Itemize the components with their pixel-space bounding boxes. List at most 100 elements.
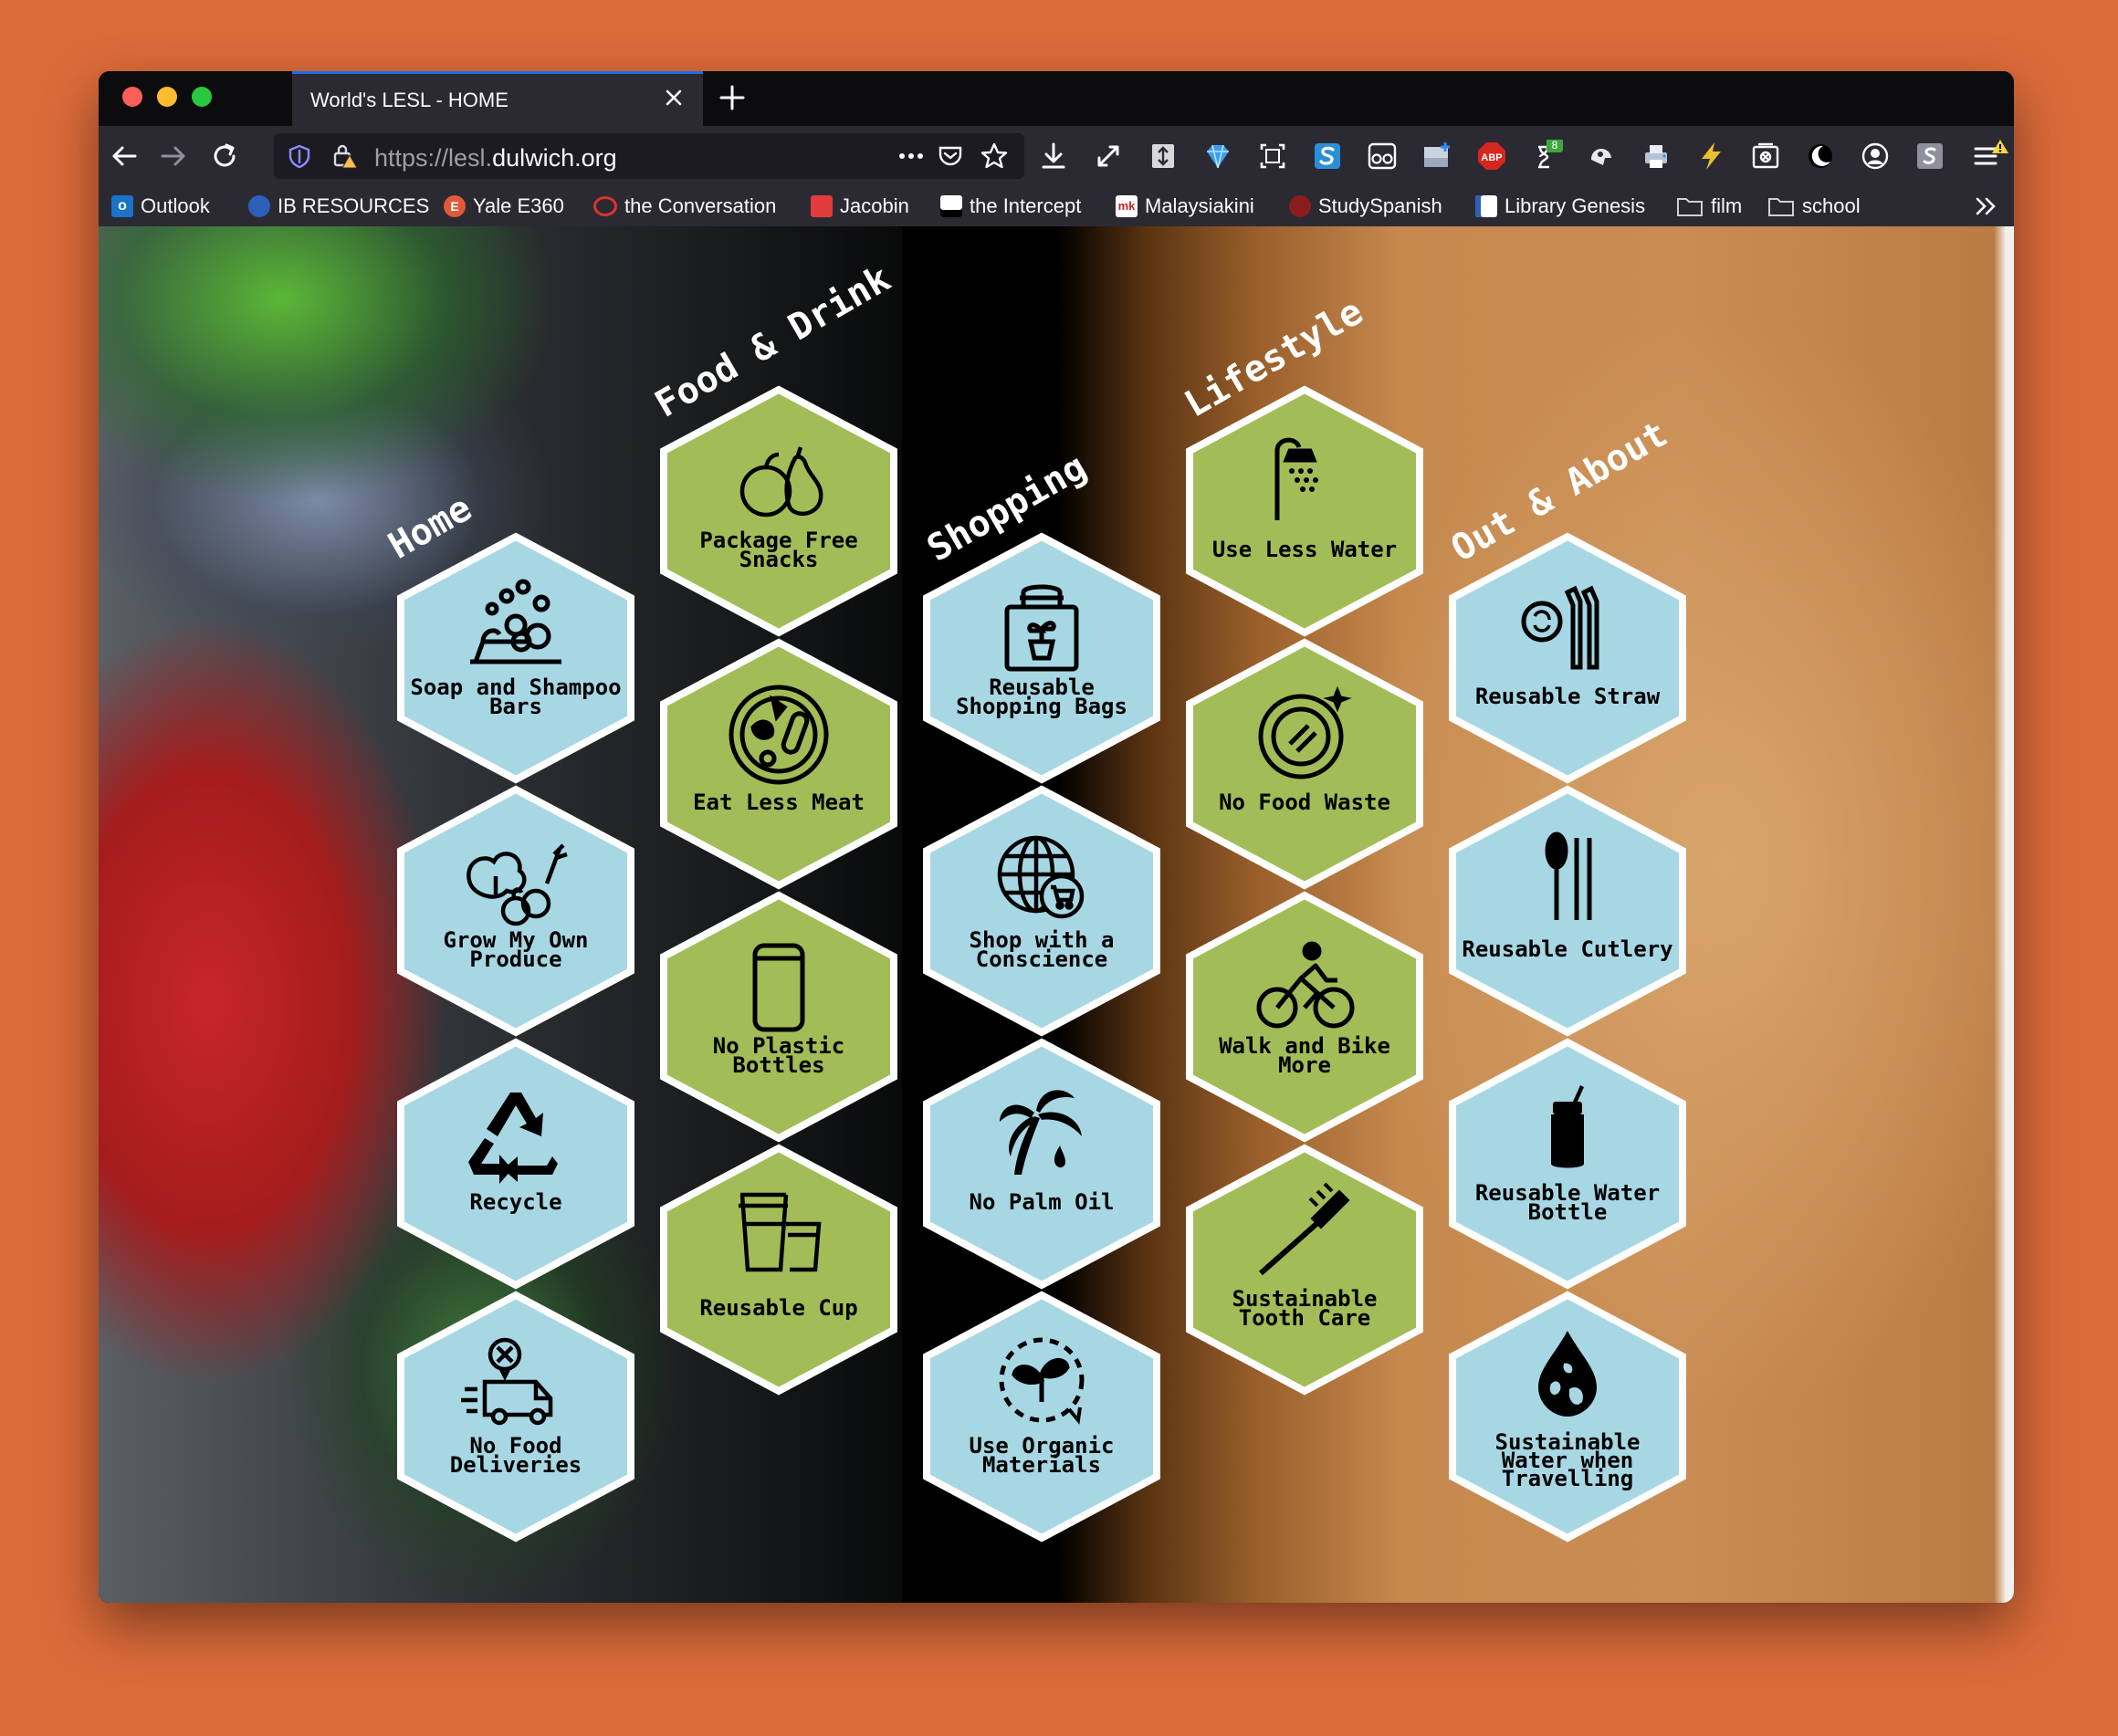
outlook-icon: o: [111, 195, 133, 217]
tile-label: Reusable Straw: [1475, 684, 1661, 709]
dark-mode-icon[interactable]: [1804, 140, 1837, 173]
tile-label: Materials: [982, 1452, 1101, 1478]
tile-sustainable-water-travelling[interactable]: Sustainable Water when Travelling: [1452, 1295, 1683, 1538]
tile-recycle[interactable]: Recycle: [401, 1042, 631, 1285]
bookmark-the-conversation[interactable]: the Conversation: [593, 193, 776, 219]
account-icon[interactable]: [1859, 140, 1892, 173]
bookmark-label: the Conversation: [624, 194, 777, 217]
bookmark-folder-film[interactable]: film: [1676, 193, 1742, 219]
folder-icon: [1677, 198, 1703, 216]
tile-reusable-cutlery[interactable]: Reusable Cutlery: [1452, 790, 1683, 1032]
tile-use-less-water[interactable]: Use Less Water: [1190, 390, 1420, 633]
tile-soap-shampoo-bars[interactable]: Soap and Shampoo Bars: [401, 537, 631, 779]
tile-walk-and-bike-more[interactable]: Walk and Bike More: [1190, 895, 1420, 1138]
minimize-window-button[interactable]: [157, 87, 177, 107]
bookmark-label: Yale E360: [473, 194, 564, 217]
tile-label: Deliveries: [450, 1452, 582, 1478]
reload-icon[interactable]: [208, 140, 241, 173]
tile-use-organic-materials[interactable]: Use Organic Materials: [927, 1295, 1157, 1538]
address-bar[interactable]: https://lesl.dulwich.org: [274, 133, 1024, 179]
diamond-ext-icon[interactable]: [1201, 140, 1234, 173]
bookmarks-overflow-icon[interactable]: [1972, 193, 1999, 219]
bolt-ext-icon[interactable]: [1694, 140, 1727, 173]
tile-label: Recycle: [469, 1189, 561, 1215]
bookmark-the-intercept[interactable]: the Intercept: [940, 193, 1081, 219]
tab-active[interactable]: World's LESL - HOME: [292, 71, 703, 126]
download-icon[interactable]: [1037, 140, 1070, 173]
tile-no-food-deliveries[interactable]: No Food Deliveries: [401, 1295, 631, 1538]
tile-label: Reusable Cutlery: [1462, 936, 1672, 962]
tab-title: World's LESL - HOME: [310, 89, 509, 111]
page-actions-icon[interactable]: [895, 144, 928, 168]
bookmark-yale-e360[interactable]: E Yale E360: [444, 193, 564, 219]
tile-eat-less-meat[interactable]: Eat Less Meat: [664, 643, 894, 885]
tile-package-free-snacks[interactable]: Package Free Snacks: [664, 390, 894, 633]
s-ext-icon[interactable]: [1311, 140, 1344, 173]
maximize-window-button[interactable]: [192, 87, 212, 107]
tile-reusable-shopping-bags[interactable]: Reusable Shopping Bags: [927, 537, 1157, 779]
tile-grow-my-own-produce[interactable]: Grow My Own Produce: [401, 790, 631, 1032]
add-panel-icon[interactable]: [1421, 140, 1453, 173]
back-icon[interactable]: [108, 140, 141, 173]
bookmark-folder-school[interactable]: school: [1767, 193, 1861, 219]
helmet-ext-icon[interactable]: [1585, 140, 1618, 173]
bookmarks-toolbar: o Outlook IB RESOURCES E Yale E360 the C…: [99, 186, 2014, 227]
insecure-lock-icon[interactable]: [330, 142, 358, 170]
screenshot-icon[interactable]: [1256, 140, 1289, 173]
tile-label: Bars: [489, 694, 542, 719]
hourglass-ext-icon[interactable]: 8: [1530, 140, 1563, 173]
conversation-icon: [593, 196, 617, 216]
bookmark-label: Malaysiakini: [1145, 194, 1254, 217]
tile-label: Bottles: [732, 1052, 824, 1078]
bookmark-jacobin[interactable]: Jacobin: [811, 193, 909, 219]
category-home[interactable]: Home: [382, 487, 478, 568]
tile-label: Use Less Water: [1212, 537, 1397, 562]
printer-ext-icon[interactable]: [1640, 140, 1672, 173]
intercept-icon: [940, 195, 962, 217]
bookmark-star-icon[interactable]: [979, 141, 1010, 172]
url-prefix: https://lesl.: [374, 144, 493, 172]
bookmark-label: film: [1711, 194, 1743, 217]
tab-close-icon[interactable]: [661, 85, 687, 110]
bookmark-label: Library Genesis: [1505, 194, 1646, 217]
yale-icon: E: [444, 195, 466, 217]
tile-no-palm-oil[interactable]: No Palm Oil: [927, 1042, 1157, 1285]
tile-label: No Food Waste: [1219, 790, 1390, 815]
tile-label: More: [1278, 1052, 1331, 1078]
camera-ext-icon[interactable]: [1749, 140, 1782, 173]
bookmark-label: IB RESOURCES: [278, 194, 430, 217]
tile-reusable-water-bottle[interactable]: Reusable Water Bottle: [1452, 1042, 1683, 1285]
bookmark-label: Outlook: [141, 194, 210, 217]
new-tab-icon[interactable]: [716, 81, 749, 114]
tile-no-food-waste[interactable]: No Food Waste: [1190, 643, 1420, 885]
url-text[interactable]: https://lesl.dulwich.org: [374, 144, 617, 173]
adblock-icon[interactable]: ABP: [1475, 140, 1508, 173]
pocket-icon[interactable]: [937, 142, 964, 170]
close-window-button[interactable]: [122, 87, 142, 107]
bookmark-ib-resources[interactable]: IB RESOURCES: [248, 193, 429, 219]
fullscreen-icon[interactable]: [1092, 140, 1125, 173]
tile-label: Conscience: [976, 946, 1108, 972]
reader-ext-icon[interactable]: [1147, 140, 1180, 173]
tracking-shield-icon[interactable]: [287, 143, 312, 169]
hexagon-menu: Home Food & Drink Shopping Lifestyle Out…: [382, 257, 2014, 1603]
bookmark-malaysiakini[interactable]: mk Malaysiakini: [1116, 193, 1254, 219]
tile-label: No Palm Oil: [970, 1189, 1115, 1215]
tile-reusable-straw[interactable]: Reusable Straw: [1452, 537, 1683, 779]
tile-no-plastic-bottles[interactable]: No Plastic Bottles: [664, 895, 894, 1138]
ext-badge-count: 8: [1552, 140, 1558, 152]
bookmark-library-genesis[interactable]: Library Genesis: [1475, 193, 1645, 219]
tile-label: Travelling: [1502, 1466, 1634, 1491]
tile-shop-with-a-conscience[interactable]: Shop with a Conscience: [927, 790, 1157, 1032]
tile-reusable-cup[interactable]: Reusable Cup: [664, 1148, 894, 1391]
jacobin-icon: [811, 195, 833, 217]
bookmark-outlook[interactable]: o Outlook: [111, 193, 210, 219]
bookmark-studyspanish[interactable]: StudySpanish: [1289, 193, 1442, 219]
forward-icon[interactable]: [157, 140, 190, 173]
glasses-ext-icon[interactable]: [1366, 140, 1399, 173]
menu-icon[interactable]: [1970, 140, 2010, 173]
navigation-toolbar: https://lesl.dulwich.org ABP 8: [99, 126, 2014, 186]
s-square-ext-icon[interactable]: [1914, 140, 1946, 173]
tile-sustainable-tooth-care[interactable]: Sustainable Tooth Care: [1190, 1148, 1420, 1391]
tile-label: Reusable Cup: [699, 1295, 857, 1321]
